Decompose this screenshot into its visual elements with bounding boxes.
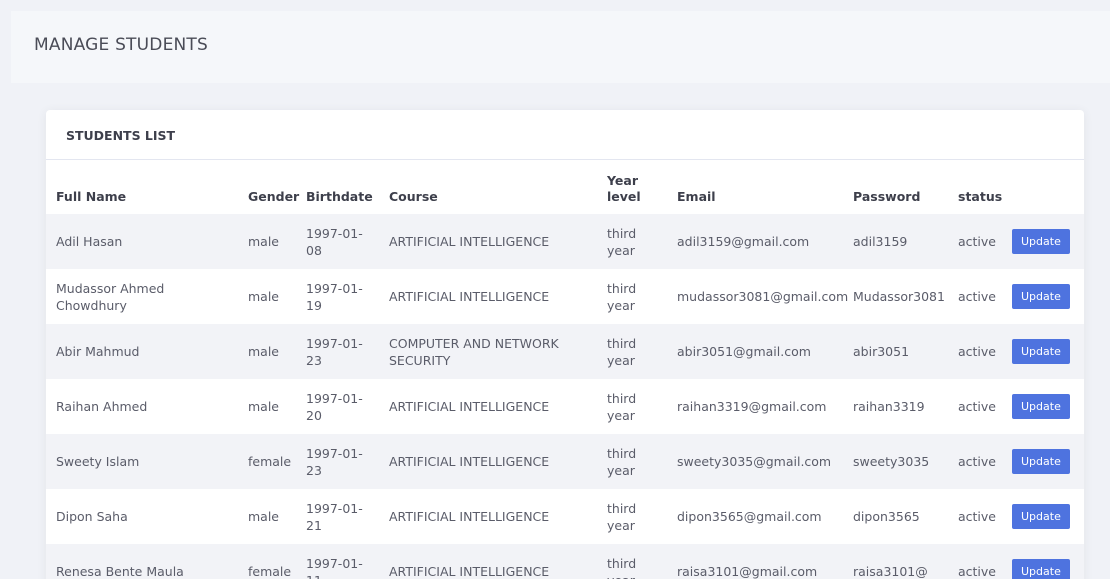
cell-course: ARTIFICIAL INTELLIGENCE bbox=[389, 289, 550, 304]
column-header-gender: Gender bbox=[248, 189, 300, 204]
students-card: STUDENTS LIST Full Name Gender Birthdate… bbox=[46, 110, 1084, 579]
column-header-course: Course bbox=[389, 189, 438, 204]
cell-email: dipon3565@gmail.com bbox=[677, 509, 822, 524]
cell-full-name: Sweety Islam bbox=[56, 454, 140, 469]
cell-gender: male bbox=[248, 509, 279, 524]
cell-password: dipon3565 bbox=[853, 509, 920, 524]
cell-year-level: third year bbox=[607, 390, 637, 423]
cell-birthdate: 1997-01-19 bbox=[306, 280, 363, 313]
table-header-row: Full Name Gender Birthdate Course Year l… bbox=[46, 160, 1084, 214]
page-title: MANAGE STUDENTS bbox=[34, 35, 209, 55]
cell-gender: male bbox=[248, 344, 279, 359]
table-row: Dipon Saha male 1997-01-21 ARTIFICIAL INTEL… bbox=[46, 489, 1084, 544]
cell-action: Update bbox=[1006, 269, 1084, 324]
column-header-password: Password bbox=[853, 189, 921, 204]
column-header-email: Email bbox=[677, 189, 716, 204]
cell-email: raisa3101@gmail.com bbox=[677, 564, 818, 579]
cell-password: abir3051 bbox=[853, 344, 910, 359]
table-row: Mudassor Ahmed Chowdhury male 1997-01-19 AR… bbox=[46, 269, 1084, 324]
column-header-full-name: Full Name bbox=[56, 189, 127, 204]
column-header-birthdate: Birthdate bbox=[306, 189, 373, 204]
cell-full-name: Adil Hasan bbox=[56, 234, 123, 249]
cell-gender: female bbox=[248, 564, 292, 579]
cell-status: active bbox=[958, 564, 996, 579]
cell-status: active bbox=[958, 399, 996, 414]
cell-year-level: third year bbox=[607, 500, 637, 533]
table-body: Adil Hasan male 1997-01-08 ARTIFICIAL INTEL… bbox=[46, 214, 1084, 579]
cell-password: Mudassor3081 bbox=[853, 289, 945, 304]
page: MANAGE STUDENTS STUDENTS LIST Full Name … bbox=[0, 0, 1110, 579]
cell-status: active bbox=[958, 289, 996, 304]
cell-email: adil3159@gmail.com bbox=[677, 234, 810, 249]
cell-full-name: Renesa Bente Maula bbox=[56, 564, 184, 579]
page-header: MANAGE STUDENTS bbox=[11, 11, 1110, 83]
cell-email: raihan3319@gmail.com bbox=[677, 399, 827, 414]
cell-action: Update bbox=[1006, 324, 1084, 379]
cell-year-level: third year bbox=[607, 225, 637, 258]
cell-password: sweety3035 bbox=[853, 454, 930, 469]
update-button[interactable]: Update bbox=[1012, 394, 1070, 419]
cell-full-name: Raihan Ahmed bbox=[56, 399, 148, 414]
cell-gender: female bbox=[248, 454, 292, 469]
cell-action: Update bbox=[1006, 214, 1084, 269]
table-row: Raihan Ahmed male 1997-01-20 ARTIFICIAL INT… bbox=[46, 379, 1084, 434]
column-header-year-level: Year level bbox=[607, 173, 641, 204]
cell-password: adil3159 bbox=[853, 234, 908, 249]
update-button[interactable]: Update bbox=[1012, 449, 1070, 474]
table-row: Sweety Islam female 1997-01-23 ARTIFICIAL I… bbox=[46, 434, 1084, 489]
cell-course: ARTIFICIAL INTELLIGENCE bbox=[389, 399, 550, 414]
card-header: STUDENTS LIST bbox=[46, 110, 1084, 160]
cell-course: ARTIFICIAL INTELLIGENCE bbox=[389, 509, 550, 524]
cell-action: Update bbox=[1006, 434, 1084, 489]
cell-full-name: Abir Mahmud bbox=[56, 344, 140, 359]
cell-gender: male bbox=[248, 289, 279, 304]
cell-email: mudassor3081@gmail.com bbox=[677, 289, 849, 304]
cell-email: sweety3035@gmail.com bbox=[677, 454, 832, 469]
update-button[interactable]: Update bbox=[1012, 559, 1070, 579]
cell-action: Update bbox=[1006, 544, 1084, 579]
cell-full-name: Mudassor Ahmed Chowdhury bbox=[56, 280, 165, 313]
cell-gender: male bbox=[248, 399, 279, 414]
cell-birthdate: 1997-01-23 bbox=[306, 445, 363, 478]
cell-year-level: third year bbox=[607, 280, 637, 313]
cell-email: abir3051@gmail.com bbox=[677, 344, 811, 359]
cell-status: active bbox=[958, 234, 996, 249]
cell-year-level: third year bbox=[607, 555, 637, 579]
cell-course: ARTIFICIAL INTELLIGENCE bbox=[389, 564, 550, 579]
cell-birthdate: 1997-01-21 bbox=[306, 500, 363, 533]
cell-status: active bbox=[958, 344, 996, 359]
cell-birthdate: 1997-01-08 bbox=[306, 225, 363, 258]
students-table: Full Name Gender Birthdate Course Year l… bbox=[46, 160, 1084, 579]
cell-year-level: third year bbox=[607, 335, 637, 368]
cell-status: active bbox=[958, 454, 996, 469]
table-row: Adil Hasan male 1997-01-08 ARTIFICIAL INTEL… bbox=[46, 214, 1084, 269]
cell-full-name: Dipon Saha bbox=[56, 509, 128, 524]
column-header-action bbox=[1006, 160, 1084, 214]
cell-course: ARTIFICIAL INTELLIGENCE bbox=[389, 234, 550, 249]
update-button[interactable]: Update bbox=[1012, 284, 1070, 309]
update-button[interactable]: Update bbox=[1012, 339, 1070, 364]
update-button[interactable]: Update bbox=[1012, 504, 1070, 529]
card-title: STUDENTS LIST bbox=[66, 128, 176, 143]
table-row: Abir Mahmud male 1997-01-23 COMPUTER AND NE… bbox=[46, 324, 1084, 379]
cell-course: COMPUTER AND NETWORK SECURITY bbox=[389, 335, 559, 368]
column-header-status: status bbox=[958, 189, 1003, 204]
cell-status: active bbox=[958, 509, 996, 524]
cell-action: Update bbox=[1006, 489, 1084, 544]
cell-year-level: third year bbox=[607, 445, 637, 478]
cell-course: ARTIFICIAL INTELLIGENCE bbox=[389, 454, 550, 469]
cell-birthdate: 1997-01-20 bbox=[306, 390, 363, 423]
cell-password: raisa3101@ bbox=[853, 564, 928, 579]
cell-birthdate: 1997-01-23 bbox=[306, 335, 363, 368]
update-button[interactable]: Update bbox=[1012, 229, 1070, 254]
cell-password: raihan3319 bbox=[853, 399, 925, 414]
cell-action: Update bbox=[1006, 379, 1084, 434]
cell-gender: male bbox=[248, 234, 279, 249]
table-row: Renesa Bente Maula female 1997-01-11 ARTIFI… bbox=[46, 544, 1084, 579]
cell-birthdate: 1997-01-11 bbox=[306, 555, 363, 579]
